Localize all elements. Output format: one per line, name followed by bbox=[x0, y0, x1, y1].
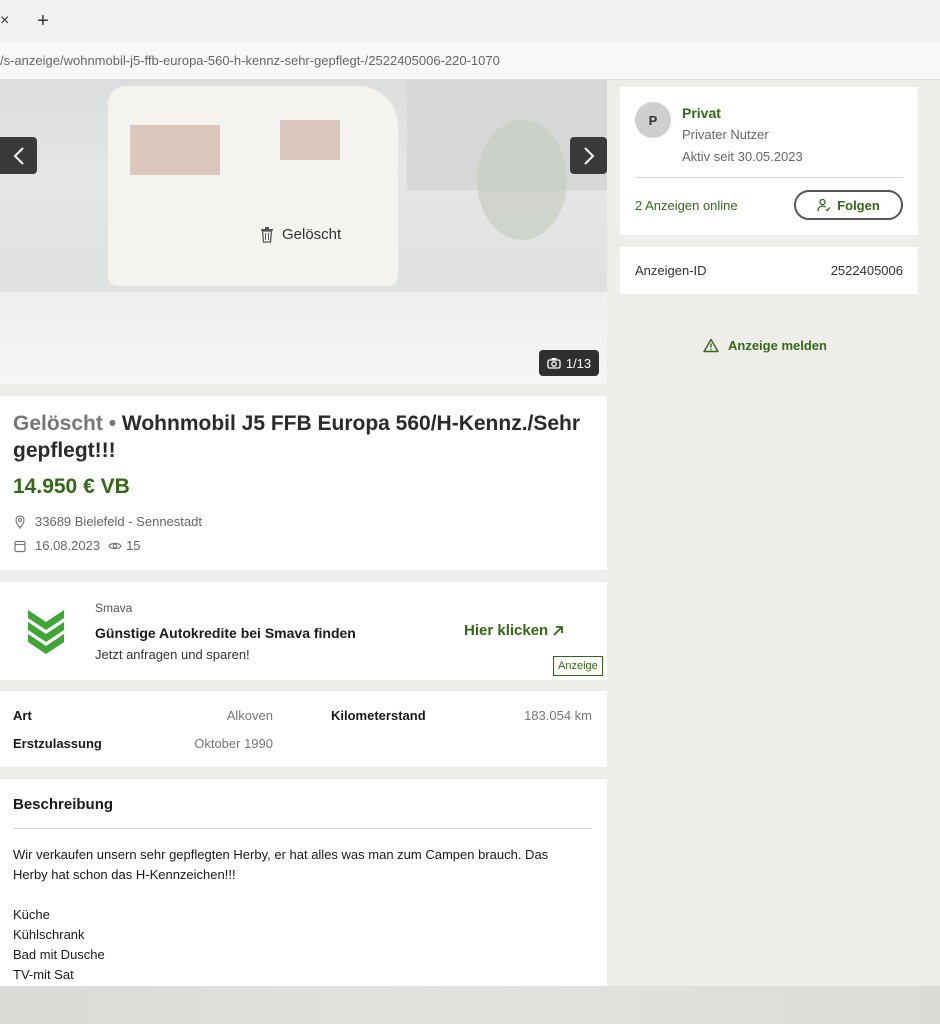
description-line: Bad mit Dusche bbox=[13, 947, 105, 962]
description-card: Beschreibung Wir verkaufen unsern sehr g… bbox=[0, 779, 607, 999]
smava-logo-icon bbox=[28, 610, 64, 654]
seller-divider bbox=[635, 177, 903, 178]
location-text: 33689 Bielefeld - Sennestadt bbox=[35, 514, 202, 529]
ad-id-label: Anzeigen-ID bbox=[635, 263, 707, 278]
attr-value-art: Alkoven bbox=[226, 708, 273, 723]
new-tab-icon[interactable]: + bbox=[34, 10, 52, 32]
ad-badge: Anzeige bbox=[553, 656, 603, 676]
views-count: 15 bbox=[126, 538, 141, 553]
seller-ads-online-link[interactable]: 2 Anzeigen online bbox=[635, 198, 738, 213]
ad-id-card: Anzeigen-ID 2522405006 bbox=[620, 247, 918, 294]
attr-label-art: Art bbox=[13, 708, 32, 723]
bottom-overlay bbox=[0, 986, 940, 1024]
listing-date-views: 16.08.2023 15 bbox=[13, 538, 141, 553]
listing-location: 33689 Bielefeld - Sennestadt bbox=[13, 514, 202, 529]
listing-price: 14.950 € VB bbox=[13, 475, 130, 498]
avatar[interactable]: P bbox=[635, 102, 671, 138]
seller-name-link[interactable]: Privat bbox=[682, 105, 721, 121]
report-ad-label: Anzeige melden bbox=[728, 338, 827, 353]
external-arrow-icon bbox=[553, 625, 564, 636]
close-tab-icon[interactable]: × bbox=[0, 12, 14, 30]
description-title: Beschreibung bbox=[13, 796, 114, 813]
next-image-button[interactable] bbox=[570, 137, 607, 174]
address-bar[interactable]: /s-anzeige/wohnmobil-j5-ffb-europa-560-h… bbox=[0, 42, 940, 80]
location-pin-icon bbox=[15, 514, 25, 529]
photo-lower-area bbox=[0, 292, 607, 384]
description-line bbox=[13, 885, 583, 905]
follow-user-icon bbox=[817, 198, 831, 212]
deleted-overlay-label: Gelöscht bbox=[260, 226, 341, 243]
calendar-icon bbox=[14, 540, 26, 552]
warning-triangle-icon bbox=[703, 338, 719, 353]
ad-id-value: 2522405006 bbox=[830, 263, 903, 278]
ad-brand: Smava bbox=[95, 601, 133, 615]
follow-label: Folgen bbox=[837, 197, 880, 213]
ad-subline: Jetzt anfragen und sparen! bbox=[95, 647, 250, 662]
previous-image-button[interactable] bbox=[0, 137, 37, 174]
description-line: Wir verkaufen unsern sehr gepflegten Her… bbox=[13, 847, 549, 882]
url-text[interactable]: /s-anzeige/wohnmobil-j5-ffb-europa-560-h… bbox=[0, 53, 500, 68]
camera-icon bbox=[547, 358, 561, 369]
seller-card: P Privat Privater Nutzer Aktiv seit 30.0… bbox=[620, 87, 918, 235]
deleted-label-text: Gelöscht bbox=[282, 226, 342, 243]
trash-icon bbox=[261, 226, 273, 243]
title-separator: • bbox=[102, 412, 122, 435]
description-line: Küche bbox=[13, 907, 50, 922]
chevron-left-icon bbox=[13, 146, 24, 165]
seller-active-since: Aktiv seit 30.05.2023 bbox=[682, 149, 803, 164]
ad-cta-link[interactable]: Hier klicken bbox=[464, 622, 564, 639]
attributes-card: Art Alkoven Kilometerstand 183.054 km Er… bbox=[0, 691, 607, 767]
ad-cta-text: Hier klicken bbox=[464, 622, 549, 639]
listing-status: Gelöscht bbox=[13, 412, 103, 435]
eye-icon bbox=[108, 542, 122, 549]
listing-photo[interactable]: Gelöscht bbox=[0, 80, 607, 292]
report-ad-link[interactable]: Anzeige melden bbox=[703, 338, 827, 353]
date-text: 16.08.2023 bbox=[35, 538, 101, 553]
follow-button[interactable]: Folgen bbox=[794, 190, 903, 220]
chevron-right-icon bbox=[583, 146, 594, 165]
photo-overlay bbox=[0, 80, 607, 292]
listing-title: Gelöscht • Wohnmobil J5 FFB Europa 560/H… bbox=[13, 410, 593, 464]
image-gallery: Gelöscht 1/13 bbox=[0, 80, 607, 384]
sponsored-ad-card[interactable]: Smava Günstige Autokredite bei Smava fin… bbox=[0, 582, 607, 680]
ad-headline: Günstige Autokredite bei Smava finden bbox=[95, 625, 356, 641]
description-line: TV-mit Sat bbox=[13, 967, 74, 982]
seller-type: Privater Nutzer bbox=[682, 127, 769, 142]
image-counter[interactable]: 1/13 bbox=[539, 350, 599, 376]
description-text: Wir verkaufen unsern sehr gepflegten Her… bbox=[13, 845, 583, 985]
browser-tab-bar: × + bbox=[0, 0, 940, 42]
attr-value-kilometerstand: 183.054 km bbox=[524, 708, 592, 723]
description-line: Kühlschrank bbox=[13, 927, 85, 942]
description-divider bbox=[13, 828, 592, 829]
image-counter-text: 1/13 bbox=[565, 355, 592, 371]
attr-value-erstzulassung: Oktober 1990 bbox=[194, 736, 273, 751]
listing-header-card: Gelöscht • Wohnmobil J5 FFB Europa 560/H… bbox=[0, 396, 607, 570]
attr-label-erstzulassung: Erstzulassung bbox=[13, 736, 102, 751]
attr-label-kilometerstand: Kilometerstand bbox=[331, 708, 426, 723]
